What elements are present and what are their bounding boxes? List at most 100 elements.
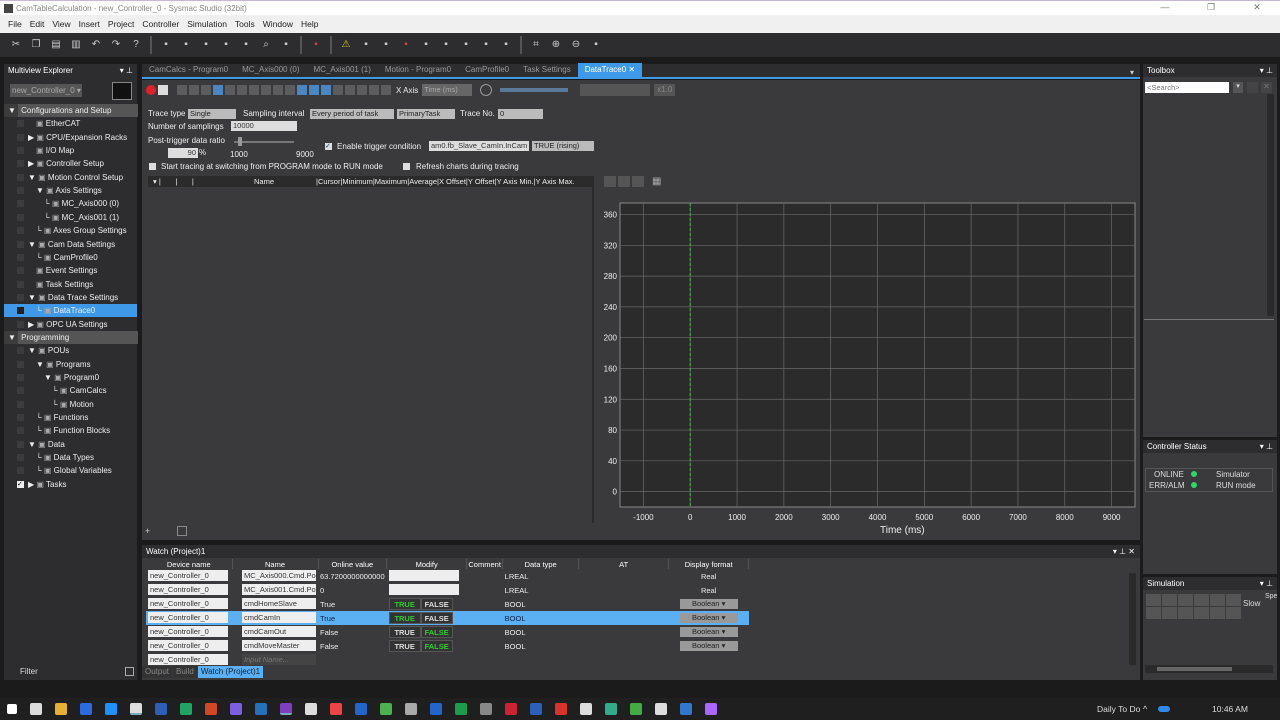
toolbox-pin-icon[interactable]: ▾ ⊥ bbox=[1260, 64, 1273, 77]
export1-icon[interactable] bbox=[369, 85, 379, 95]
x-axis-select[interactable]: Time (ms) bbox=[422, 84, 473, 96]
tree-checkbox[interactable] bbox=[17, 147, 24, 155]
post-trigger-slider[interactable] bbox=[234, 137, 294, 146]
refresh-charts-checkbox[interactable] bbox=[403, 163, 410, 170]
tree-checkbox[interactable] bbox=[17, 160, 24, 168]
record-button[interactable] bbox=[146, 85, 156, 95]
taskbar-app-icon[interactable] bbox=[504, 703, 517, 715]
tree-item-controller-setup[interactable]: ▶ ▣ Controller Setup bbox=[4, 157, 137, 170]
watch-row[interactable]: new_Controller_0 MC_Axis001.Cmd.Po 0 LREAL R… bbox=[146, 583, 749, 597]
zoom-reset-icon[interactable]: ▪ bbox=[588, 37, 604, 53]
sim-step-out-button[interactable] bbox=[1226, 594, 1241, 606]
tab-datatrace0[interactable]: DataTrace0 ✕ bbox=[577, 63, 643, 77]
tab-mc-axis001-1-[interactable]: MC_Axis001 (1) bbox=[307, 63, 378, 77]
menu-controller[interactable]: Controller bbox=[142, 19, 179, 29]
column-header-comment[interactable]: Comment bbox=[466, 559, 504, 569]
taskbar-app-icon[interactable] bbox=[679, 703, 692, 715]
zoom-in-icon[interactable]: ⊕ bbox=[548, 37, 564, 53]
set-false-button[interactable]: FALSE bbox=[420, 598, 453, 610]
taskbar-app-icon[interactable] bbox=[554, 703, 567, 715]
taskbar-app-icon[interactable] bbox=[204, 703, 217, 715]
taskbar-app-icon[interactable] bbox=[479, 703, 492, 715]
graph3-icon[interactable] bbox=[345, 85, 355, 95]
io-icon[interactable]: ▪ bbox=[478, 37, 494, 53]
online-icon[interactable]: ▪ bbox=[308, 37, 324, 53]
menu-tools[interactable]: Tools bbox=[235, 19, 255, 29]
simulation-scrollbar[interactable] bbox=[1145, 665, 1273, 673]
post-trigger-ratio-input[interactable]: 90 bbox=[168, 148, 198, 158]
build-icon[interactable]: ▪ bbox=[178, 37, 194, 53]
transfer-icon[interactable]: ▪ bbox=[418, 37, 434, 53]
pin-icon[interactable]: ▾ ⊥ bbox=[120, 64, 133, 77]
device-name[interactable]: new_Controller_0 bbox=[148, 583, 228, 595]
sim-next-button[interactable] bbox=[1178, 607, 1193, 619]
tree-item-task-settings[interactable]: ▣ Task Settings bbox=[4, 278, 137, 291]
delete-icon[interactable]: ▥ bbox=[68, 37, 84, 53]
wrench-icon[interactable] bbox=[297, 85, 307, 95]
menu-view[interactable]: View bbox=[52, 19, 70, 29]
line-chart-icon[interactable] bbox=[225, 85, 235, 95]
tree-checkbox[interactable] bbox=[17, 347, 24, 355]
window-icon[interactable]: ▪ bbox=[158, 37, 174, 53]
tree-item-function-blocks[interactable]: └ ▣ Function Blocks bbox=[4, 424, 137, 437]
set-true-button[interactable]: TRUE bbox=[388, 626, 421, 638]
menu-project[interactable]: Project bbox=[108, 19, 134, 29]
tray-chevron-icon[interactable]: ^ bbox=[1143, 704, 1147, 714]
taskbar-app-icon[interactable] bbox=[454, 703, 467, 715]
graph1-icon[interactable] bbox=[321, 85, 331, 95]
expand-arrow-icon[interactable]: ▼ bbox=[28, 346, 38, 355]
disable-icon[interactable]: ▪ bbox=[358, 37, 374, 53]
tab-overflow-icon[interactable]: ▾ bbox=[1130, 68, 1134, 77]
bottom-tab-output[interactable]: Output bbox=[142, 666, 173, 678]
column-header-at[interactable]: AT bbox=[578, 559, 670, 569]
tree-checkbox[interactable] bbox=[17, 213, 24, 221]
watch-row[interactable]: new_Controller_0 cmdHomeSlave True TRUE FALS… bbox=[146, 597, 749, 611]
expand-arrow-icon[interactable]: ▼ bbox=[8, 106, 18, 115]
grid-icon[interactable]: ▦ bbox=[652, 176, 664, 187]
set-true-button[interactable]: TRUE bbox=[388, 612, 421, 624]
reset-icon[interactable]: ▪ bbox=[458, 37, 474, 53]
tree-checkbox[interactable]: ✓ bbox=[17, 480, 24, 488]
tree-checkbox[interactable] bbox=[17, 400, 24, 408]
tree-checkbox[interactable] bbox=[17, 440, 24, 448]
tree-checkbox[interactable] bbox=[17, 307, 24, 315]
taskbar-app-icon[interactable] bbox=[704, 703, 717, 715]
table-view-icon[interactable] bbox=[213, 85, 223, 95]
list-icon[interactable] bbox=[177, 526, 187, 536]
taskbar-app-icon[interactable] bbox=[304, 703, 317, 715]
device-name[interactable]: new_Controller_0 bbox=[148, 597, 228, 609]
device-name[interactable]: new_Controller_0 bbox=[148, 611, 228, 623]
column-header-device-name[interactable]: Device name bbox=[146, 559, 233, 569]
taskbar-app-icon[interactable] bbox=[654, 703, 667, 715]
modify-input[interactable] bbox=[388, 583, 459, 595]
tree-item-axes-group-settings[interactable]: └ ▣ Axes Group Settings bbox=[4, 224, 137, 237]
taskbar-app-icon[interactable] bbox=[429, 703, 442, 715]
copy-icon[interactable]: ❐ bbox=[28, 37, 44, 53]
filter-clear-icon[interactable] bbox=[125, 667, 134, 676]
expand-arrow-icon[interactable]: ▼ bbox=[28, 173, 38, 182]
warning-icon[interactable]: ⚠ bbox=[338, 37, 354, 53]
add-signal-icon[interactable]: + bbox=[145, 526, 157, 536]
set-false-button[interactable]: FALSE bbox=[420, 612, 453, 624]
signal-header-dropdown[interactable]: ▾ | | | bbox=[153, 176, 194, 187]
tab-close-icon[interactable]: ✕ bbox=[626, 65, 635, 74]
table-icon[interactable]: ▪ bbox=[218, 37, 234, 53]
cut-icon[interactable]: ✂ bbox=[8, 37, 24, 53]
tree-item-datatrace0[interactable]: └ ▣ DataTrace0 bbox=[4, 304, 137, 318]
taskbar-app-icon[interactable] bbox=[29, 703, 42, 715]
variable-name[interactable]: cmdMoveMaster bbox=[242, 639, 316, 651]
sim-pause-button[interactable] bbox=[1162, 594, 1177, 606]
tab-camcalcs-program0[interactable]: CamCalcs - Program0 bbox=[142, 63, 235, 77]
expand-arrow-icon[interactable]: ▼ bbox=[28, 293, 38, 302]
explorer-mode-button[interactable] bbox=[112, 82, 132, 100]
sim-fast-forward-button[interactable] bbox=[1146, 607, 1161, 619]
tree-item-camprofile0[interactable]: └ ▣ CamProfile0 bbox=[4, 251, 137, 264]
comment-cell[interactable] bbox=[467, 583, 503, 597]
sim-run-button[interactable] bbox=[1146, 594, 1161, 606]
search-dropdown-icon[interactable]: ▾ bbox=[1233, 82, 1243, 93]
start-tracing-checkbox[interactable] bbox=[149, 163, 156, 170]
find-replace-icon[interactable]: ▪ bbox=[278, 37, 294, 53]
tree-item-programs[interactable]: ▼ ▣ Programs bbox=[4, 358, 137, 371]
taskbar-app-icon[interactable] bbox=[404, 703, 417, 715]
tree-item-configurations-and-setup[interactable]: ▼ Configurations and Setup bbox=[4, 104, 139, 117]
